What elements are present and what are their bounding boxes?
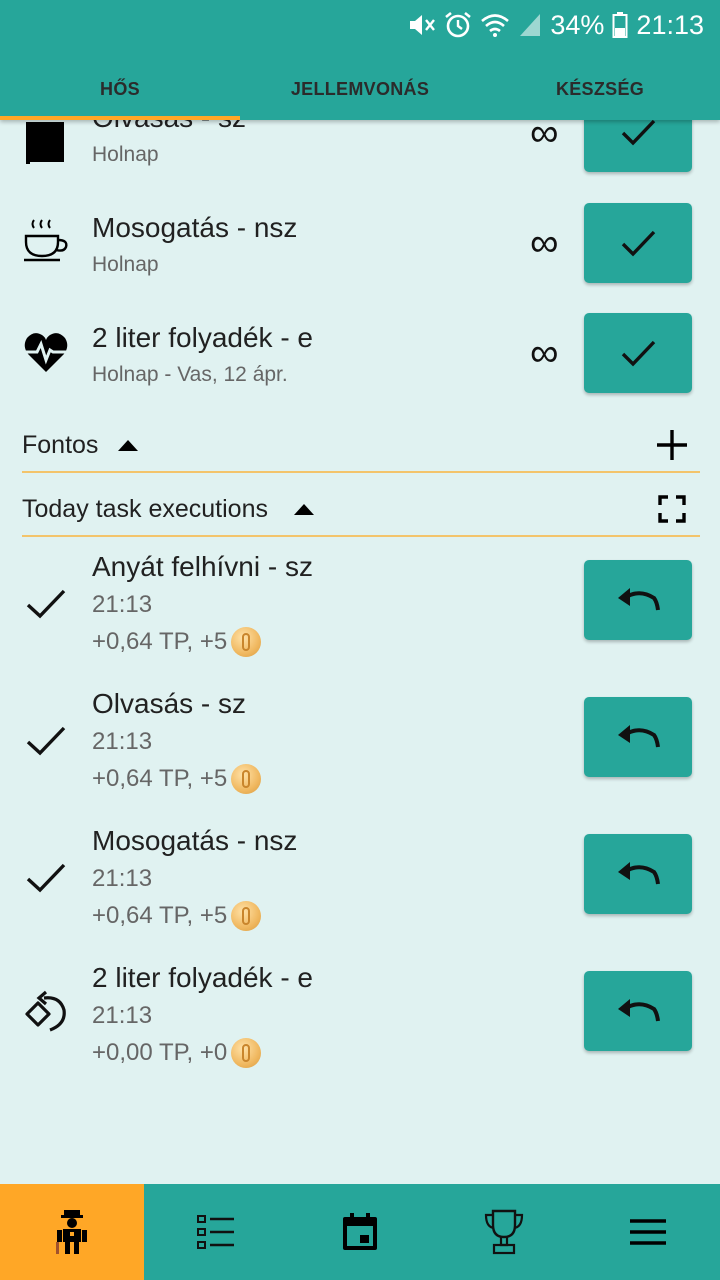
tab-label: HŐS: [100, 78, 140, 99]
execution-reward-text: +0,64 TP, +5: [92, 902, 228, 929]
heart-pulse-icon: [24, 333, 68, 372]
execution-reward: +0,00 TP, +0: [92, 1038, 262, 1068]
undo-button[interactable]: [584, 971, 692, 1051]
execution-title: Anyát felhívni - sz: [92, 551, 313, 582]
task-title: Mosogatás - nsz: [92, 212, 298, 243]
undo-icon: [618, 588, 660, 611]
execution-reward-text: +0,64 TP, +5: [92, 765, 228, 792]
repeat-infinity: ∞: [530, 221, 559, 265]
section-executions-header[interactable]: Today task executions: [22, 491, 700, 537]
nav-hero[interactable]: [0, 1184, 144, 1280]
execution-reward-text: +0,64 TP, +5: [92, 628, 228, 655]
nav-achievements[interactable]: [432, 1184, 576, 1280]
gold-coin-icon: [231, 1038, 262, 1068]
trophy-icon: [484, 1209, 524, 1255]
rotate-icon: [25, 990, 66, 1032]
add-icon[interactable]: [654, 427, 690, 463]
gold-coin-icon: [231, 901, 262, 931]
coffee-cup-icon: [24, 219, 68, 262]
alarm-icon: [445, 11, 472, 38]
fullscreen-icon[interactable]: [658, 495, 686, 523]
execution-reward: +0,64 TP, +5: [92, 627, 262, 657]
complete-task-button[interactable]: [584, 313, 692, 393]
signal-icon: [520, 14, 541, 36]
section-important-header[interactable]: Fontos: [22, 427, 700, 473]
task-due: Holnap - Vas, 12 ápr.: [92, 363, 288, 386]
tab-label: JELLEMVONÁS: [290, 78, 430, 99]
clock: 21:13: [636, 9, 704, 40]
check-icon: [621, 230, 656, 257]
check-icon: [621, 340, 656, 367]
check-icon: [26, 589, 66, 619]
undo-button[interactable]: [584, 834, 692, 914]
undo-icon: [618, 862, 660, 885]
gold-coin-icon: [231, 764, 262, 794]
section-important-title: Fontos: [22, 431, 99, 459]
battery-percent: 34%: [550, 9, 605, 40]
top-app-bar: 34% 21:13 HŐS JELLEMVONÁS KÉSZSÉG: [0, 0, 720, 120]
hero-avatar-icon: [56, 1210, 87, 1254]
caret-up-icon: [118, 440, 138, 451]
tab-skills[interactable]: KÉSZSÉG: [480, 58, 720, 120]
undo-button[interactable]: [584, 697, 692, 777]
gold-coin-icon: [231, 627, 262, 657]
check-icon: [26, 863, 66, 893]
bottom-navigation: [0, 1184, 720, 1280]
caret-up-icon: [294, 504, 314, 515]
section-executions-title: Today task executions: [22, 495, 268, 523]
execution-title: Mosogatás - nsz: [92, 825, 298, 856]
task-list-icon: [197, 1215, 234, 1249]
book-icon: [26, 122, 64, 164]
status-bar: 34% 21:13: [408, 8, 704, 42]
tab-traits[interactable]: JELLEMVONÁS: [240, 58, 480, 120]
task-due: Holnap: [92, 143, 159, 166]
tab-label: KÉSZSÉG: [555, 78, 645, 99]
main-content: Olvasás - sz Holnap ∞ Mosogatás - nsz Ho…: [0, 0, 720, 1184]
nav-tasks[interactable]: [144, 1184, 288, 1280]
execution-title: Olvasás - sz: [92, 688, 247, 719]
execution-title: 2 liter folyadék - e: [92, 962, 313, 993]
active-tab-indicator: [0, 116, 240, 120]
execution-time: 21:13: [92, 728, 153, 755]
undo-icon: [618, 999, 660, 1022]
battery-icon: [612, 12, 628, 38]
complete-task-button[interactable]: [584, 203, 692, 283]
undo-button[interactable]: [584, 560, 692, 640]
check-icon: [26, 726, 66, 756]
task-due: Holnap: [92, 253, 159, 276]
tab-bar: HŐS JELLEMVONÁS KÉSZSÉG: [0, 58, 720, 120]
execution-time: 21:13: [92, 591, 153, 618]
calendar-icon: [343, 1213, 377, 1250]
tab-hero[interactable]: HŐS: [0, 58, 240, 120]
mute-icon: [410, 15, 436, 35]
repeat-infinity: ∞: [530, 331, 559, 375]
execution-time: 21:13: [92, 1002, 153, 1029]
execution-time: 21:13: [92, 865, 153, 892]
execution-reward: +0,64 TP, +5: [92, 901, 262, 931]
menu-icon: [630, 1219, 666, 1245]
execution-reward-text: +0,00 TP, +0: [92, 1039, 228, 1066]
wifi-icon: [481, 14, 510, 37]
nav-menu[interactable]: [576, 1184, 720, 1280]
execution-reward: +0,64 TP, +5: [92, 764, 262, 794]
task-title: 2 liter folyadék - e: [92, 322, 313, 353]
nav-calendar[interactable]: [288, 1184, 432, 1280]
undo-icon: [618, 725, 660, 748]
